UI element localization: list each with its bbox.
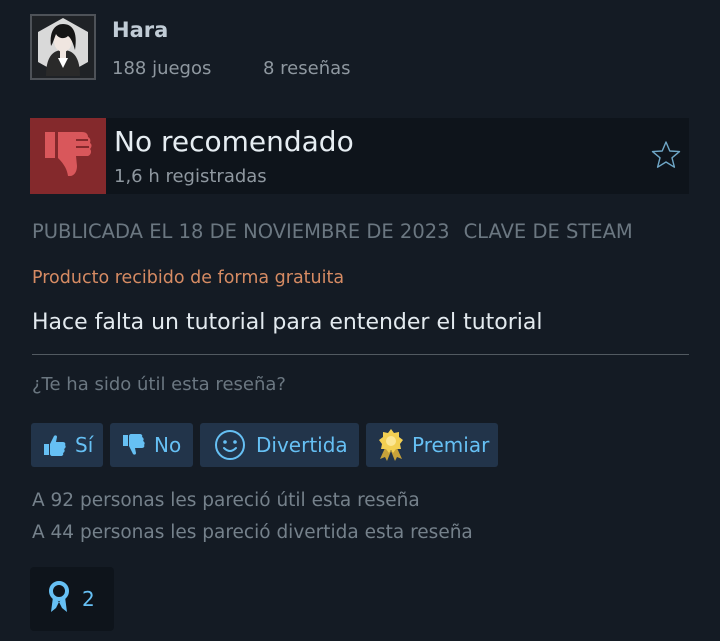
funny-count: A 44 personas les pareció divertida esta…	[32, 522, 473, 543]
review-text: Hace falta un tutorial para entender el …	[32, 310, 543, 335]
thumbs-down-icon	[45, 132, 92, 176]
received-free-notice: Producto recibido de forma gratuita	[32, 268, 345, 288]
no-button[interactable]: No	[110, 423, 193, 467]
award-button[interactable]: Premiar	[366, 423, 498, 467]
divider	[32, 354, 689, 355]
recommendation-title[interactable]: No recomendado	[114, 125, 354, 158]
awards-received[interactable]: 2	[30, 567, 114, 631]
award-icon	[376, 428, 406, 462]
awards-count: 2	[82, 587, 95, 611]
published-date: PUBLICADA EL 18 DE NOVIEMBRE DE 2023 CLAV…	[32, 220, 633, 243]
username[interactable]: Hara	[112, 18, 168, 42]
smiley-icon	[214, 429, 246, 461]
helpful-count: A 92 personas les pareció útil esta rese…	[32, 490, 420, 511]
ribbon-icon	[46, 580, 72, 618]
thumbs-down-icon	[122, 433, 146, 457]
key-source: CLAVE DE STEAM	[463, 220, 633, 243]
not-recommended-tile	[30, 118, 106, 194]
reviews-count[interactable]: 8 reseñas	[263, 58, 351, 79]
star-icon[interactable]	[651, 140, 681, 170]
hours-played: 1,6 h registradas	[114, 166, 267, 187]
recommendation-box: No recomendado 1,6 h registradas	[30, 118, 689, 194]
avatar[interactable]	[30, 14, 96, 80]
thumbs-up-icon	[43, 433, 67, 457]
yes-button[interactable]: Sí	[31, 423, 103, 467]
helpful-question: ¿Te ha sido útil esta reseña?	[32, 374, 286, 395]
games-count[interactable]: 188 juegos	[112, 58, 211, 79]
funny-button[interactable]: Divertida	[200, 423, 359, 467]
